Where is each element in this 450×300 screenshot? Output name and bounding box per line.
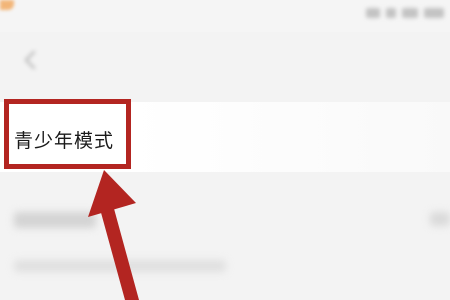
status-icons	[366, 6, 444, 20]
status-indicator-icon	[0, 0, 14, 10]
status-bar	[0, 0, 450, 32]
app-screen: 青少年模式	[0, 0, 450, 300]
network-icon	[402, 8, 418, 18]
section-value	[430, 212, 450, 226]
settings-section	[0, 186, 450, 300]
section-title	[14, 212, 96, 228]
row-background-fade	[130, 102, 450, 172]
nav-bar	[0, 32, 450, 90]
battery-icon	[424, 8, 444, 18]
back-arrow-icon[interactable]	[20, 49, 42, 71]
page-title	[226, 50, 270, 70]
annotation-highlight-box	[4, 99, 131, 169]
signal-icon	[366, 8, 380, 18]
section-description	[14, 260, 226, 272]
wifi-icon	[386, 8, 396, 18]
